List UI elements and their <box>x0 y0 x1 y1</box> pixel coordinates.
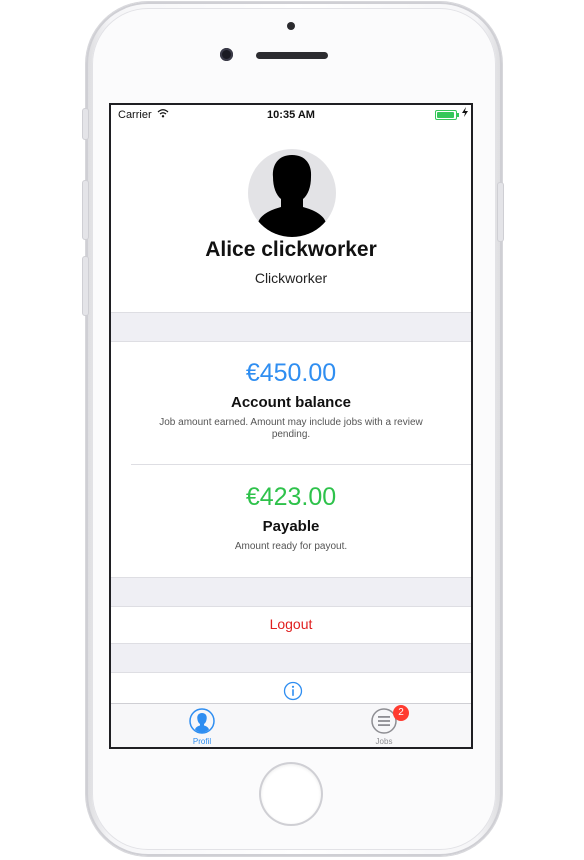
home-button[interactable] <box>261 764 321 824</box>
avatar <box>248 149 336 237</box>
section-separator <box>111 577 471 607</box>
proximity-sensor <box>287 22 295 30</box>
logout-button[interactable]: Logout <box>111 616 471 632</box>
volume-down-button <box>82 256 89 316</box>
payable-description: Amount ready for payout. <box>234 541 348 552</box>
tab-jobs-label: Jobs <box>375 737 393 746</box>
front-camera <box>220 48 233 61</box>
tab-bar: Profil 2 Jobs <box>111 703 471 747</box>
power-button <box>497 182 504 242</box>
payable-amount: €423.00 <box>245 483 337 511</box>
account-balance-amount: €450.00 <box>245 359 337 387</box>
charging-bolt-icon <box>462 107 468 120</box>
divider <box>131 464 471 465</box>
app-screen: Carrier 10:35 AM Alice clickworker Click… <box>109 103 473 749</box>
clock: 10:35 AM <box>267 109 315 121</box>
status-bar: Carrier 10:35 AM <box>111 105 471 125</box>
section-separator <box>111 643 471 673</box>
mute-switch <box>82 108 89 140</box>
tab-profil[interactable]: Profil <box>111 704 293 747</box>
account-balance-title: Account balance <box>230 394 352 411</box>
earpiece-speaker <box>256 52 328 59</box>
user-silhouette-icon <box>258 155 326 237</box>
section-separator <box>111 312 471 342</box>
tab-profil-label: Profil <box>192 737 212 746</box>
volume-up-button <box>82 180 89 240</box>
profile-icon <box>189 708 215 739</box>
profile-role: Clickworker <box>254 270 328 286</box>
jobs-badge: 2 <box>393 705 409 721</box>
tab-jobs[interactable]: 2 Jobs <box>293 704 471 747</box>
profile-name: Alice clickworker <box>205 238 377 261</box>
battery-icon <box>435 110 459 120</box>
account-balance-description: Job amount earned. Amount may include jo… <box>159 417 423 440</box>
payable-title: Payable <box>262 518 320 535</box>
